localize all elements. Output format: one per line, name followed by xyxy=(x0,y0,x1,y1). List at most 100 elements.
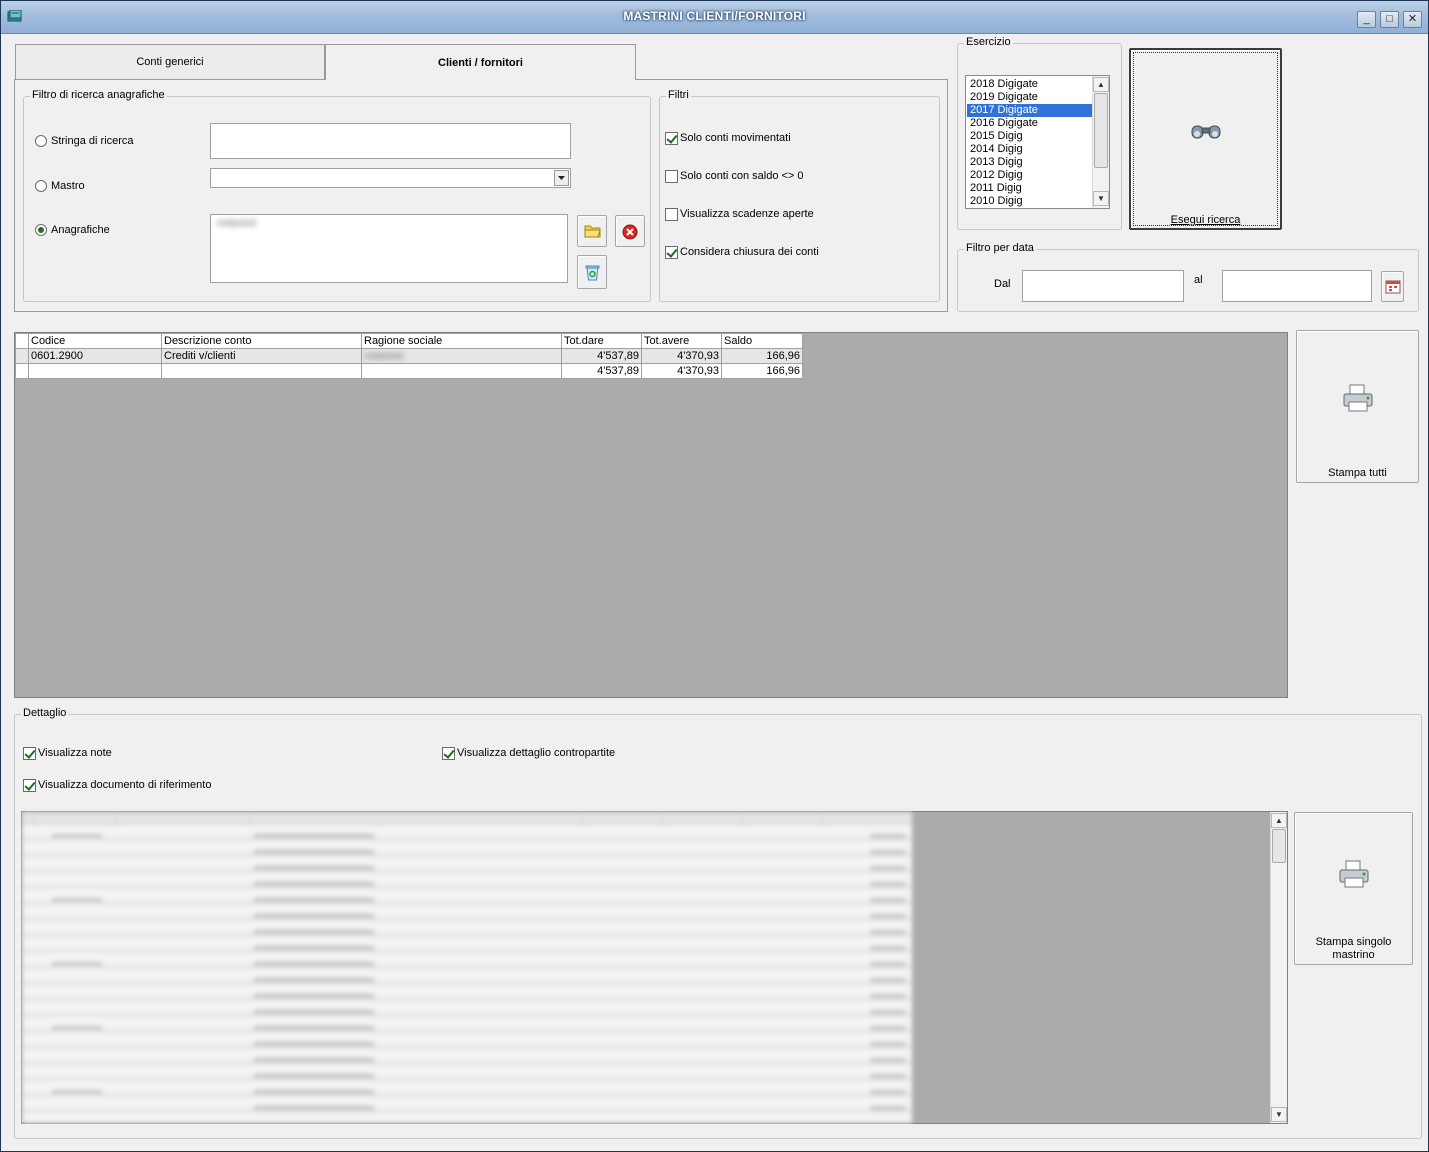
esercizio-item[interactable]: 2019 Digigate xyxy=(967,91,1092,104)
folder-icon xyxy=(584,225,601,238)
group-legend: Filtro per data xyxy=(964,242,1036,254)
mastro-select[interactable] xyxy=(210,168,571,188)
cell-ragione-sociale[interactable]: redacted xyxy=(361,348,562,364)
stampa-tutti-button[interactable]: Stampa tutti xyxy=(1296,330,1419,483)
column-header-codice[interactable]: Codice xyxy=(28,333,162,349)
calendar-button[interactable] xyxy=(1381,271,1404,302)
anagrafiche-list-item: redacted xyxy=(217,218,256,229)
remove-button[interactable] xyxy=(615,215,645,247)
detail-scrollbar[interactable]: ▲ ▼ xyxy=(1270,812,1287,1123)
checkbox-visualizza-scadenze[interactable] xyxy=(665,208,678,221)
row-selector[interactable] xyxy=(15,348,29,364)
results-table: Codice Descrizione conto Ragione sociale… xyxy=(15,333,803,379)
dropdown-arrow-button[interactable] xyxy=(554,170,569,186)
esercizio-scrollbar[interactable]: ▲ ▼ xyxy=(1092,76,1109,208)
esercizio-item[interactable]: 2017 Digigate xyxy=(967,104,1092,117)
label-considera-chiusura: Considera chiusura dei conti xyxy=(680,246,819,258)
cell-tot-avere[interactable]: 4'370,93 xyxy=(641,348,722,364)
label-solo-conti-movimentati: Solo conti movimentati xyxy=(680,132,791,144)
esercizio-item[interactable]: 2011 Digig xyxy=(967,182,1092,195)
tab-clienti-fornitori[interactable]: Clienti / fornitori xyxy=(325,44,636,80)
radio-anagrafiche[interactable] xyxy=(35,224,47,236)
scroll-thumb[interactable] xyxy=(1272,829,1286,863)
esercizio-item[interactable]: 2015 Digig xyxy=(967,130,1092,143)
scroll-down-button[interactable]: ▼ xyxy=(1271,1107,1287,1122)
total-saldo: 166,96 xyxy=(721,363,803,379)
column-header-descrizione[interactable]: Descrizione conto xyxy=(161,333,362,349)
row-selector-header xyxy=(15,333,29,349)
label-mastro: Mastro xyxy=(51,180,85,192)
column-header-tot-avere[interactable]: Tot.avere xyxy=(641,333,722,349)
radio-mastro[interactable] xyxy=(35,180,47,192)
group-legend: Esercizio xyxy=(964,36,1013,48)
esercizio-item[interactable]: 2012 Digig xyxy=(967,169,1092,182)
table-row[interactable]: 0601.2900 Crediti v/clienti redacted 4'5… xyxy=(15,348,803,364)
label-visualizza-scadenze: Visualizza scadenze aperte xyxy=(680,208,814,220)
results-header-row: Codice Descrizione conto Ragione sociale… xyxy=(15,333,803,349)
printer-icon xyxy=(1343,384,1373,412)
cell-descrizione[interactable]: Crediti v/clienti xyxy=(161,348,362,364)
stampa-singolo-label: Stampa singolo mastrino xyxy=(1315,936,1392,961)
column-header-tot-dare[interactable]: Tot.dare xyxy=(561,333,642,349)
checkbox-visualizza-contropartite[interactable] xyxy=(442,747,455,760)
clear-list-button[interactable] xyxy=(577,255,607,289)
cell-ragione-sociale-value: redacted xyxy=(364,351,403,362)
printer-icon xyxy=(1339,860,1369,888)
group-legend: Filtro di ricerca anagrafiche xyxy=(30,89,167,101)
window-title: MASTRINI CLIENTI/FORNITORI xyxy=(623,9,806,23)
label-visualizza-documento: Visualizza documento di riferimento xyxy=(38,779,212,791)
esercizio-item[interactable]: 2010 Digig xyxy=(967,195,1092,208)
esercizio-item[interactable]: 2018 Digigate xyxy=(967,78,1092,91)
esercizio-item[interactable]: 2013 Digig xyxy=(967,156,1092,169)
esegui-ricerca-label: Esegui ricerca xyxy=(1170,214,1241,226)
scroll-up-button[interactable]: ▲ xyxy=(1271,813,1287,828)
minimize-button[interactable]: _ xyxy=(1357,11,1376,28)
stampa-singolo-button[interactable]: Stampa singolo mastrino xyxy=(1294,812,1413,965)
title-bar[interactable]: MASTRINI CLIENTI/FORNITORI _ □ ✕ xyxy=(1,1,1428,34)
totals-row: 4'537,89 4'370,93 166,96 xyxy=(15,363,803,379)
scroll-thumb[interactable] xyxy=(1094,93,1108,168)
label-al: al xyxy=(1194,274,1203,286)
label-dal: Dal xyxy=(994,278,1011,290)
anagrafiche-list[interactable]: redacted xyxy=(210,214,568,283)
binoculars-icon xyxy=(1191,125,1221,139)
column-header-saldo[interactable]: Saldo xyxy=(721,333,803,349)
tab-conti-generici[interactable]: Conti generici xyxy=(15,44,325,79)
maximize-button[interactable]: □ xyxy=(1380,11,1399,28)
total-tot-avere: 4'370,93 xyxy=(641,363,722,379)
esercizio-item[interactable]: 2016 Digigate xyxy=(967,117,1092,130)
esercizio-list[interactable]: 2018 Digigate 2019 Digigate 2017 Digigate 2… xyxy=(965,75,1110,209)
label-stringa-ricerca: Stringa di ricerca xyxy=(51,135,134,147)
main-window: MASTRINI CLIENTI/FORNITORI _ □ ✕ Conti g… xyxy=(0,0,1429,1152)
cell-tot-dare[interactable]: 4'537,89 xyxy=(561,348,642,364)
group-filtri: Filtri xyxy=(659,89,940,302)
chevron-down-icon xyxy=(558,176,565,180)
open-folder-button[interactable] xyxy=(577,215,607,247)
checkbox-solo-conti-saldo[interactable] xyxy=(665,170,678,183)
date-to-input[interactable] xyxy=(1222,270,1372,302)
esercizio-item[interactable]: 2014 Digig xyxy=(967,143,1092,156)
delete-icon xyxy=(622,224,638,240)
radio-stringa-ricerca[interactable] xyxy=(35,135,47,147)
checkbox-visualizza-note[interactable] xyxy=(23,747,36,760)
cell-saldo[interactable]: 166,96 xyxy=(721,348,803,364)
label-visualizza-contropartite: Visualizza dettaglio contropartite xyxy=(457,747,616,759)
label-solo-conti-saldo: Solo conti con saldo <> 0 xyxy=(680,170,804,182)
checkbox-visualizza-documento[interactable] xyxy=(23,779,36,792)
label-visualizza-note: Visualizza note xyxy=(38,747,112,759)
scroll-down-button[interactable]: ▼ xyxy=(1093,191,1109,206)
esegui-ricerca-button[interactable]: Esegui ricerca xyxy=(1129,48,1282,230)
results-grid[interactable]: Codice Descrizione conto Ragione sociale… xyxy=(14,332,1288,698)
scroll-up-button[interactable]: ▲ xyxy=(1093,77,1109,92)
column-header-ragione-sociale[interactable]: Ragione sociale xyxy=(361,333,562,349)
calendar-icon xyxy=(1385,280,1401,294)
date-from-input[interactable] xyxy=(1022,270,1184,302)
group-legend: Dettaglio xyxy=(21,707,69,719)
checkbox-solo-conti-movimentati[interactable] xyxy=(665,132,678,145)
cell-codice[interactable]: 0601.2900 xyxy=(28,348,162,364)
checkbox-considera-chiusura[interactable] xyxy=(665,246,678,259)
search-string-input[interactable] xyxy=(210,123,571,159)
esercizio-items: 2018 Digigate 2019 Digigate 2017 Digigate 2… xyxy=(967,78,1092,208)
close-button[interactable]: ✕ xyxy=(1403,11,1422,28)
detail-grid[interactable]: ▲ ▼ xyxy=(21,811,1288,1124)
